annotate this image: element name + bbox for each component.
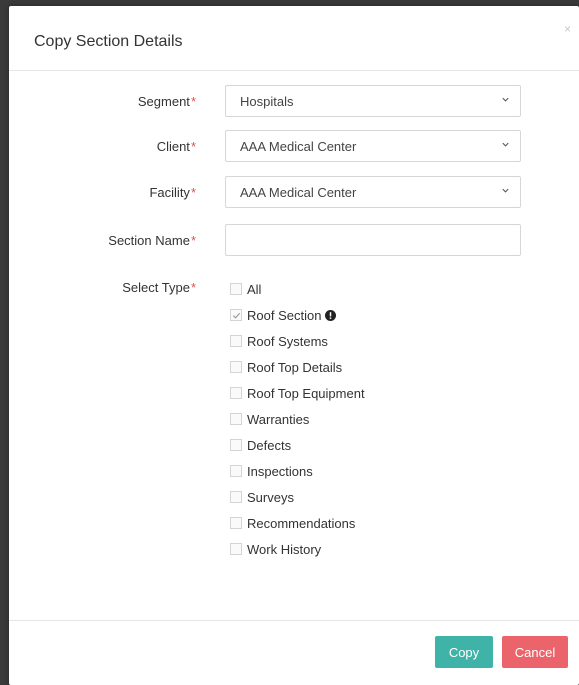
close-button[interactable]: × [564,23,571,35]
checkbox-label: All [247,281,262,297]
checkbox-label: Roof Top Details [247,359,343,375]
checkbox-label: Surveys [247,489,294,505]
required-marker: * [190,94,196,109]
copy-section-dialog: Copy Section Details × Segment* Hospital… [9,6,579,685]
checkbox-label: Work History [247,541,322,557]
chevron-down-icon [502,97,509,102]
checkbox[interactable] [230,543,242,555]
checkbox-label: Recommendations [247,515,356,531]
checkbox-label: Roof Section [247,307,322,323]
dialog-header: Copy Section Details × [9,6,579,71]
checkbox-label: Roof Systems [247,333,328,349]
checkbox[interactable] [230,465,242,477]
select-type-option[interactable]: Work History [230,536,365,562]
select-type-option[interactable]: Inspections [230,458,365,484]
checkbox[interactable] [230,413,242,425]
section-name-row: Section Name* [9,224,579,258]
chevron-down-icon [502,142,509,147]
facility-select-value: AAA Medical Center [240,185,357,200]
select-type-option[interactable]: Defects [230,432,365,458]
select-type-label: Select Type* [122,280,196,295]
client-label: Client* [156,139,196,154]
section-name-label: Section Name* [108,233,196,248]
required-marker: * [190,280,196,295]
checkbox[interactable] [230,283,242,295]
section-name-input[interactable] [225,224,521,256]
checkbox-label: Defects [247,437,292,453]
copy-button[interactable]: Copy [435,636,493,668]
dialog-title: Copy Section Details [34,33,183,50]
select-type-option[interactable]: Roof Section [230,302,365,328]
checkbox-label: Inspections [247,463,313,479]
segment-row: Segment* Hospitals [9,85,579,119]
segment-label: Segment* [137,94,196,109]
checkbox[interactable] [230,439,242,451]
required-marker: * [190,233,196,248]
checkbox[interactable] [230,491,242,503]
checkbox[interactable] [230,517,242,529]
cancel-button[interactable]: Cancel [502,636,568,668]
checkbox-label: Warranties [247,411,310,427]
check-icon [232,312,241,319]
select-type-option[interactable]: Roof Top Equipment [230,380,365,406]
facility-row: Facility* AAA Medical Center [9,176,579,210]
checkbox[interactable] [230,387,242,399]
client-row: Client* AAA Medical Center [9,130,579,164]
client-select[interactable]: AAA Medical Center [225,130,521,162]
select-type-option[interactable]: All [230,276,365,302]
facility-label: Facility* [149,185,196,200]
client-select-value: AAA Medical Center [240,139,357,154]
chevron-down-icon [502,188,509,193]
select-type-option[interactable]: Surveys [230,484,365,510]
required-marker: * [190,185,196,200]
dialog-footer: Copy Cancel [9,620,579,685]
facility-select[interactable]: AAA Medical Center [225,176,521,208]
select-type-option[interactable]: Roof Top Details [230,354,365,380]
checkbox[interactable] [230,335,242,347]
exclamation-circle-icon [325,309,337,321]
checkbox-label: Roof Top Equipment [247,385,365,401]
segment-select[interactable]: Hospitals [225,85,521,117]
checkbox[interactable] [230,309,242,321]
select-type-option[interactable]: Roof Systems [230,328,365,354]
select-type-checkbox-list: All Roof Section Roof Systems Roof Top Deta… [230,276,365,562]
required-marker: * [190,139,196,154]
select-type-option[interactable]: Warranties [230,406,365,432]
checkbox[interactable] [230,361,242,373]
segment-select-value: Hospitals [240,94,294,109]
select-type-option[interactable]: Recommendations [230,510,365,536]
